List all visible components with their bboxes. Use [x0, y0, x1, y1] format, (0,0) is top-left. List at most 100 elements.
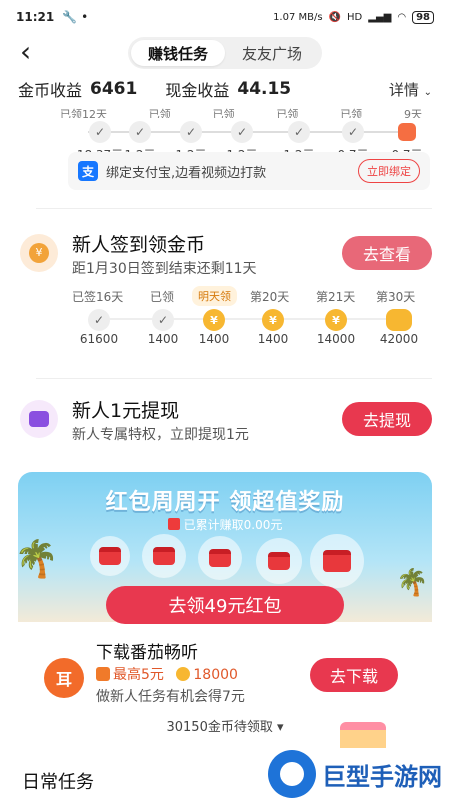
wrench-icon: 🔧 — [62, 10, 78, 24]
divider — [36, 208, 432, 209]
check-icon: ✓ — [152, 309, 174, 331]
net-speed: 1.07 MB/s — [273, 11, 323, 23]
page: 11:21 🔧 • 1.07 MB/s 🔇 HD ▂▄▆ ◠ 98 ‹ 赚钱任务… — [0, 0, 450, 800]
coin-label: 金币收益 — [18, 81, 83, 100]
alipay-text: 绑定支付宝,边看视频边打款 — [106, 165, 267, 181]
cash-value: 44.15 — [237, 79, 292, 99]
download-title: 下载番茄畅听 — [96, 643, 198, 663]
download-desc: 做新人任务有机会得7元 — [96, 689, 245, 705]
check-signin-button[interactable]: 去查看 — [342, 236, 432, 270]
status-right: 1.07 MB/s 🔇 HD ▂▄▆ ◠ 98 — [273, 10, 434, 24]
cash-label: 现金收益 — [165, 81, 230, 100]
red-envelope-icon[interactable] — [256, 538, 302, 584]
red-envelope-icon — [96, 667, 110, 681]
signin-label: 第30天 — [376, 290, 416, 304]
envelope-shape — [323, 550, 351, 572]
signin-value: 1400 — [147, 332, 179, 346]
mute-icon: 🔇 — [328, 11, 342, 23]
watermark-text: 巨型手游网 — [322, 762, 442, 791]
banner-sub-text: 已累计赚取0.00元 — [183, 518, 283, 532]
signin-labels: 已签16天 已领 第20天 第21天 第30天 — [0, 288, 450, 304]
tomato-listen-app-icon: 耳 — [44, 658, 84, 698]
check-icon: ✓ — [231, 121, 253, 143]
envelope-shape — [209, 549, 231, 567]
signin-label: 第20天 — [250, 290, 290, 304]
back-icon[interactable]: ‹ — [20, 38, 31, 66]
hd-label: HD — [347, 11, 363, 23]
earnings-bar: 金币收益 6461 现金收益 44.15 详情 ⌄ — [0, 72, 450, 106]
coin-icon: ¥ — [262, 309, 284, 331]
daily-title: 日常任务 — [22, 772, 94, 793]
signin-value: 61600 — [79, 332, 119, 346]
signin-label: 已签16天 — [72, 290, 124, 304]
download-button[interactable]: 去下载 — [310, 658, 398, 692]
coin-stack-icon — [386, 309, 412, 331]
check-icon: ✓ — [129, 121, 151, 143]
check-icon: ✓ — [342, 121, 364, 143]
detail-label: 详情 — [388, 80, 419, 99]
detail-link[interactable]: 详情 ⌄ — [389, 79, 432, 100]
step-label: 已领 — [276, 108, 299, 118]
bind-now-button[interactable]: 立即绑定 — [358, 159, 420, 183]
signin-value: 14000 — [316, 332, 356, 346]
tab-friend-square[interactable]: 友友广场 — [225, 40, 319, 66]
status-bar: 11:21 🔧 • 1.07 MB/s 🔇 HD ▂▄▆ ◠ 98 — [0, 0, 450, 34]
withdraw-title: 新人1元提现 — [72, 400, 180, 422]
signin-line — [98, 318, 404, 320]
tab-switch: 赚钱任务 友友广场 — [128, 37, 322, 69]
tab-earn-tasks[interactable]: 赚钱任务 — [131, 40, 225, 66]
check-icon: ✓ — [89, 121, 111, 143]
banner-sub: 已累计赚取0.00元 — [18, 516, 432, 533]
withdraw-subtitle: 新人专属特权，立即提现1元 — [72, 427, 249, 443]
battery-icon: 98 — [412, 10, 434, 24]
withdraw-steps-track: ✓ ✓ ✓ ✓ ✓ ✓ — [18, 118, 432, 146]
banner-title: 红包周周开 领超值奖励 — [105, 490, 345, 515]
signin-value: 42000 — [379, 332, 419, 346]
signin-label: 第21天 — [316, 290, 356, 304]
download-rewards: 最高5元 18000 — [96, 664, 238, 684]
signin-value: 1400 — [198, 332, 230, 346]
watermark: 巨型手游网 — [262, 748, 450, 800]
red-envelope-icon[interactable] — [198, 536, 242, 580]
check-icon: ✓ — [180, 121, 202, 143]
check-icon: ✓ — [88, 309, 110, 331]
signin-value: 1400 — [257, 332, 289, 346]
wifi-icon: ◠ — [397, 11, 407, 23]
coin-icon: ¥ — [325, 309, 347, 331]
red-envelope-icon — [167, 518, 180, 530]
palm-tree-icon: 🌴 — [18, 539, 59, 580]
step-label: 已领 — [340, 108, 363, 118]
alipay-icon: 支 — [78, 161, 98, 181]
step-top-labels: 已领12天 已领 已领 已领 已领 9天 — [18, 106, 432, 118]
signin-track: ✓ ✓ ¥ ¥ ¥ — [0, 306, 450, 332]
envelope-shape — [153, 547, 175, 565]
envelope-shape — [99, 547, 121, 565]
red-envelope-icon[interactable] — [142, 534, 186, 578]
envelope-shape — [268, 552, 290, 570]
step-label: 已领 — [212, 108, 235, 118]
red-packet-card: 🌴 🌴 红包周周开 领超值奖励 已累计赚取0.00元 去领49元红包 耳 下载番… — [18, 472, 432, 744]
signal-icon: ▂▄▆ — [368, 11, 392, 23]
signin-values: 61600 1400 1400 1400 14000 42000 — [0, 332, 450, 350]
red-envelope-icon — [398, 123, 416, 141]
coin-icon — [176, 667, 191, 681]
signin-title: 新人签到领金币 — [72, 234, 206, 256]
chevron-down-icon: ⌄ — [423, 86, 432, 98]
withdraw-button[interactable]: 去提现 — [342, 402, 432, 436]
status-time: 11:21 — [16, 10, 55, 24]
red-envelope-icon[interactable] — [310, 534, 364, 588]
check-icon: ✓ — [288, 121, 310, 143]
palm-tree-icon: 🌴 — [396, 568, 429, 598]
coin-reward: 18000 — [193, 667, 238, 683]
claim-red-packet-button[interactable]: 去领49元红包 — [106, 586, 344, 624]
signin-subtitle: 距1月30日签到结束还剩11天 — [72, 261, 257, 277]
coin-value: 6461 — [90, 79, 138, 99]
watermark-logo-icon — [268, 750, 316, 798]
dot-icon: • — [81, 10, 89, 24]
step-label: 9天 — [403, 108, 422, 118]
divider — [36, 378, 432, 379]
alipay-bind-row[interactable]: 支 绑定支付宝,边看视频边打款 立即绑定 — [68, 152, 430, 190]
red-envelope-icon[interactable] — [90, 536, 130, 576]
coin-icon: ¥ — [203, 309, 225, 331]
wallet-icon — [20, 400, 58, 438]
